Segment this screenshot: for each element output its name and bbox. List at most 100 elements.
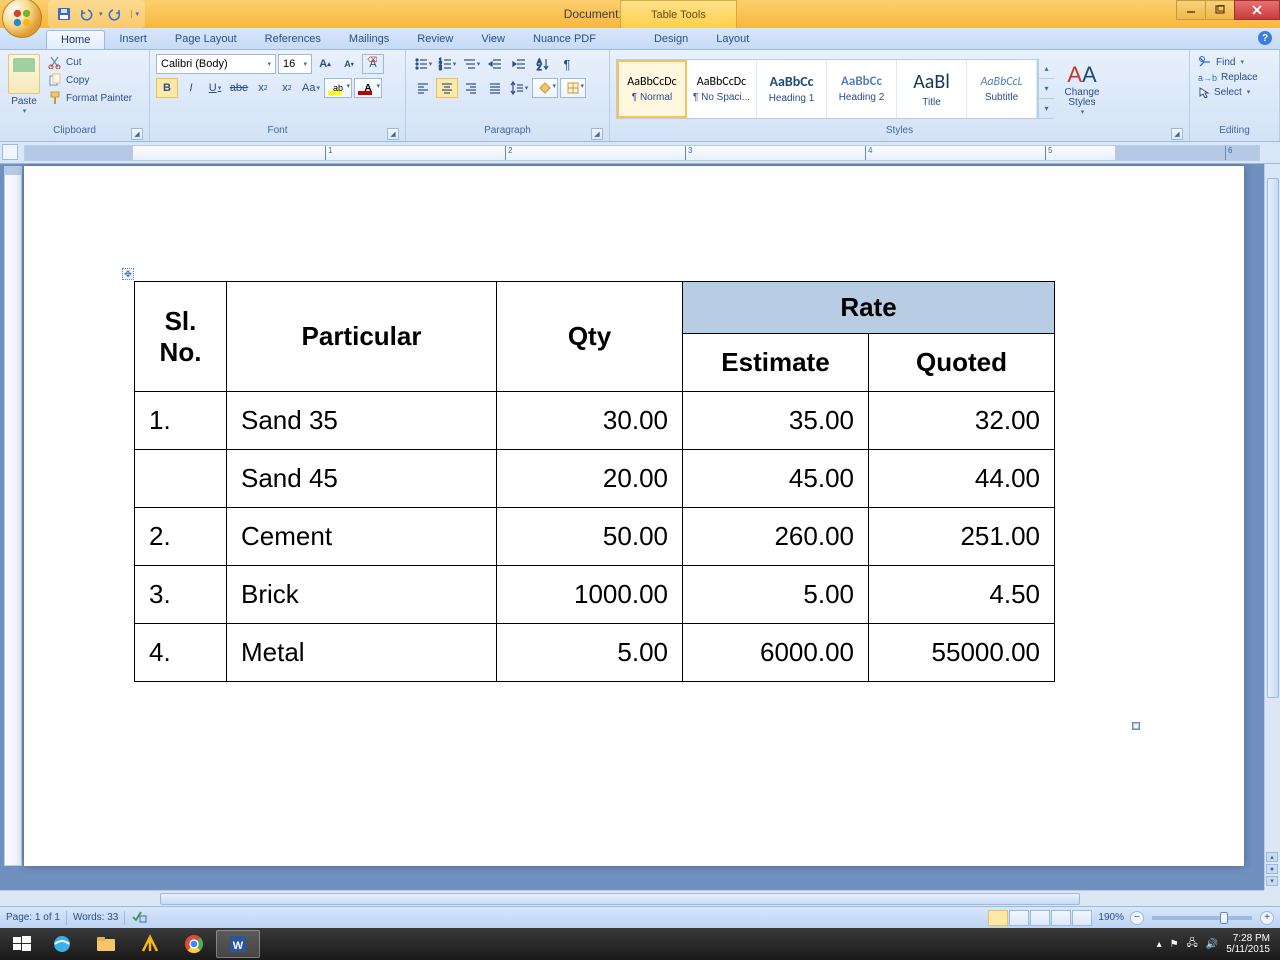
tray-chevron-icon[interactable]: ▴ bbox=[1157, 939, 1162, 950]
shrink-font-button[interactable]: A▾ bbox=[338, 54, 360, 74]
tray-network-icon[interactable]: 🖧 bbox=[1187, 936, 1198, 953]
find-button[interactable]: Find▾ bbox=[1196, 54, 1246, 70]
style--no-spaci-[interactable]: AaBbCcDc¶ No Spaci... bbox=[687, 60, 757, 118]
cell-estimate[interactable]: 260.00 bbox=[683, 508, 869, 566]
tab-home[interactable]: Home bbox=[46, 30, 105, 49]
styles-gallery[interactable]: AaBbCcDc¶ NormalAaBbCcDc¶ No Spaci...AaB… bbox=[616, 59, 1038, 119]
font-name-combo[interactable]: Calibri (Body)▾ bbox=[156, 54, 276, 74]
zoom-in-button[interactable]: + bbox=[1260, 911, 1274, 925]
font-dialog-launcher[interactable]: ◢ bbox=[387, 128, 399, 140]
word-count[interactable]: Words: 33 bbox=[73, 912, 118, 923]
cell-qty[interactable]: 5.00 bbox=[497, 624, 683, 682]
zoom-level[interactable]: 190% bbox=[1098, 912, 1124, 923]
taskbar-word[interactable]: W bbox=[216, 930, 260, 958]
taskbar-app-yellow[interactable] bbox=[128, 930, 172, 958]
styles-scroll-up[interactable]: ▴ bbox=[1039, 59, 1054, 79]
decrease-indent-button[interactable] bbox=[484, 54, 506, 74]
bullets-button[interactable]: ▾ bbox=[412, 54, 434, 74]
cell-particular[interactable]: Sand 35 bbox=[227, 392, 497, 450]
save-button[interactable] bbox=[54, 4, 74, 24]
shading-button[interactable]: ▾ bbox=[532, 78, 558, 98]
minimize-button[interactable] bbox=[1176, 0, 1206, 20]
redo-button[interactable] bbox=[105, 4, 125, 24]
style-heading-1[interactable]: AaBbCcHeading 1 bbox=[757, 60, 827, 118]
vertical-ruler[interactable] bbox=[4, 166, 22, 866]
cell-estimate[interactable]: 6000.00 bbox=[683, 624, 869, 682]
table-row[interactable]: Sand 4520.0045.0044.00 bbox=[135, 450, 1055, 508]
table-row[interactable]: 1.Sand 3530.0035.0032.00 bbox=[135, 392, 1055, 450]
zoom-out-button[interactable]: − bbox=[1130, 911, 1144, 925]
tab-layout[interactable]: Layout bbox=[702, 30, 763, 49]
style-subtitle[interactable]: AaBbCcLSubtitle bbox=[967, 60, 1037, 118]
align-center-button[interactable] bbox=[436, 78, 458, 98]
tray-volume-icon[interactable]: 🔊 bbox=[1206, 939, 1218, 950]
system-clock[interactable]: 7:28 PM 5/11/2015 bbox=[1226, 933, 1270, 955]
cell-quoted[interactable]: 44.00 bbox=[869, 450, 1055, 508]
vertical-scrollbar[interactable] bbox=[1264, 164, 1280, 890]
browse-object-button[interactable]: ● bbox=[1266, 864, 1278, 874]
header-particular[interactable]: Particular bbox=[227, 282, 497, 392]
styles-expand[interactable]: ▾ bbox=[1039, 99, 1054, 119]
cell-estimate[interactable]: 45.00 bbox=[683, 450, 869, 508]
cut-button[interactable]: Cut bbox=[46, 54, 134, 70]
full-screen-view[interactable] bbox=[1009, 910, 1029, 926]
cell-slno[interactable]: 4. bbox=[135, 624, 227, 682]
styles-dialog-launcher[interactable]: ◢ bbox=[1171, 128, 1183, 140]
justify-button[interactable] bbox=[484, 78, 506, 98]
clear-formatting-button[interactable]: A⌫ bbox=[362, 54, 384, 74]
tab-selector[interactable] bbox=[2, 144, 18, 160]
cell-quoted[interactable]: 55000.00 bbox=[869, 624, 1055, 682]
grow-font-button[interactable]: A▴ bbox=[314, 54, 336, 74]
bold-button[interactable]: B bbox=[156, 78, 178, 98]
outline-view[interactable] bbox=[1051, 910, 1071, 926]
qat-customize[interactable]: ▾ bbox=[131, 10, 140, 18]
document-table[interactable]: Sl. No. Particular Qty Rate Estimate Quo… bbox=[134, 281, 1055, 682]
strikethrough-button[interactable]: abe bbox=[228, 78, 250, 98]
cell-estimate[interactable]: 5.00 bbox=[683, 566, 869, 624]
maximize-button[interactable] bbox=[1205, 0, 1235, 20]
next-page-button[interactable]: ▾ bbox=[1266, 876, 1278, 886]
tab-page-layout[interactable]: Page Layout bbox=[161, 30, 251, 49]
change-styles-button[interactable]: AA Change Styles ▾ bbox=[1054, 60, 1110, 118]
cell-qty[interactable]: 30.00 bbox=[497, 392, 683, 450]
header-estimate[interactable]: Estimate bbox=[683, 334, 869, 392]
cell-slno[interactable]: 2. bbox=[135, 508, 227, 566]
spell-check-icon[interactable] bbox=[131, 909, 147, 926]
page-indicator[interactable]: Page: 1 of 1 bbox=[6, 912, 60, 923]
replace-button[interactable]: a→bReplace bbox=[1196, 71, 1260, 84]
cell-qty[interactable]: 1000.00 bbox=[497, 566, 683, 624]
copy-button[interactable]: Copy bbox=[46, 72, 134, 88]
tab-mailings[interactable]: Mailings bbox=[335, 30, 403, 49]
change-case-button[interactable]: Aa▾ bbox=[300, 78, 322, 98]
undo-button[interactable] bbox=[76, 4, 96, 24]
align-left-button[interactable] bbox=[412, 78, 434, 98]
cell-estimate[interactable]: 35.00 bbox=[683, 392, 869, 450]
table-row[interactable]: 3.Brick1000.005.004.50 bbox=[135, 566, 1055, 624]
draft-view[interactable] bbox=[1072, 910, 1092, 926]
web-layout-view[interactable] bbox=[1030, 910, 1050, 926]
horizontal-scrollbar[interactable] bbox=[0, 890, 1264, 906]
paste-button[interactable] bbox=[8, 54, 40, 94]
italic-button[interactable]: I bbox=[180, 78, 202, 98]
header-rate[interactable]: Rate bbox=[683, 282, 1055, 334]
cell-quoted[interactable]: 4.50 bbox=[869, 566, 1055, 624]
start-button[interactable] bbox=[4, 930, 40, 958]
previous-page-button[interactable]: ▴ bbox=[1266, 852, 1278, 862]
cell-slno[interactable]: 3. bbox=[135, 566, 227, 624]
help-icon[interactable]: ? bbox=[1258, 31, 1272, 45]
document-page[interactable]: ✥ Sl. No. Particular Qty Rate Estimate Q… bbox=[24, 166, 1244, 866]
tray-flag-icon[interactable]: ⚑ bbox=[1170, 939, 1179, 950]
align-right-button[interactable] bbox=[460, 78, 482, 98]
style--normal[interactable]: AaBbCcDc¶ Normal bbox=[617, 60, 687, 118]
styles-scroll-down[interactable]: ▾ bbox=[1039, 79, 1054, 99]
cell-quoted[interactable]: 32.00 bbox=[869, 392, 1055, 450]
header-qty[interactable]: Qty bbox=[497, 282, 683, 392]
header-slno[interactable]: Sl. No. bbox=[135, 282, 227, 392]
table-move-handle[interactable]: ✥ bbox=[122, 268, 134, 280]
table-row[interactable]: 2.Cement50.00260.00251.00 bbox=[135, 508, 1055, 566]
taskbar-explorer[interactable] bbox=[84, 930, 128, 958]
tab-review[interactable]: Review bbox=[403, 30, 467, 49]
cell-particular[interactable]: Sand 45 bbox=[227, 450, 497, 508]
taskbar-chrome[interactable] bbox=[172, 930, 216, 958]
cell-particular[interactable]: Metal bbox=[227, 624, 497, 682]
